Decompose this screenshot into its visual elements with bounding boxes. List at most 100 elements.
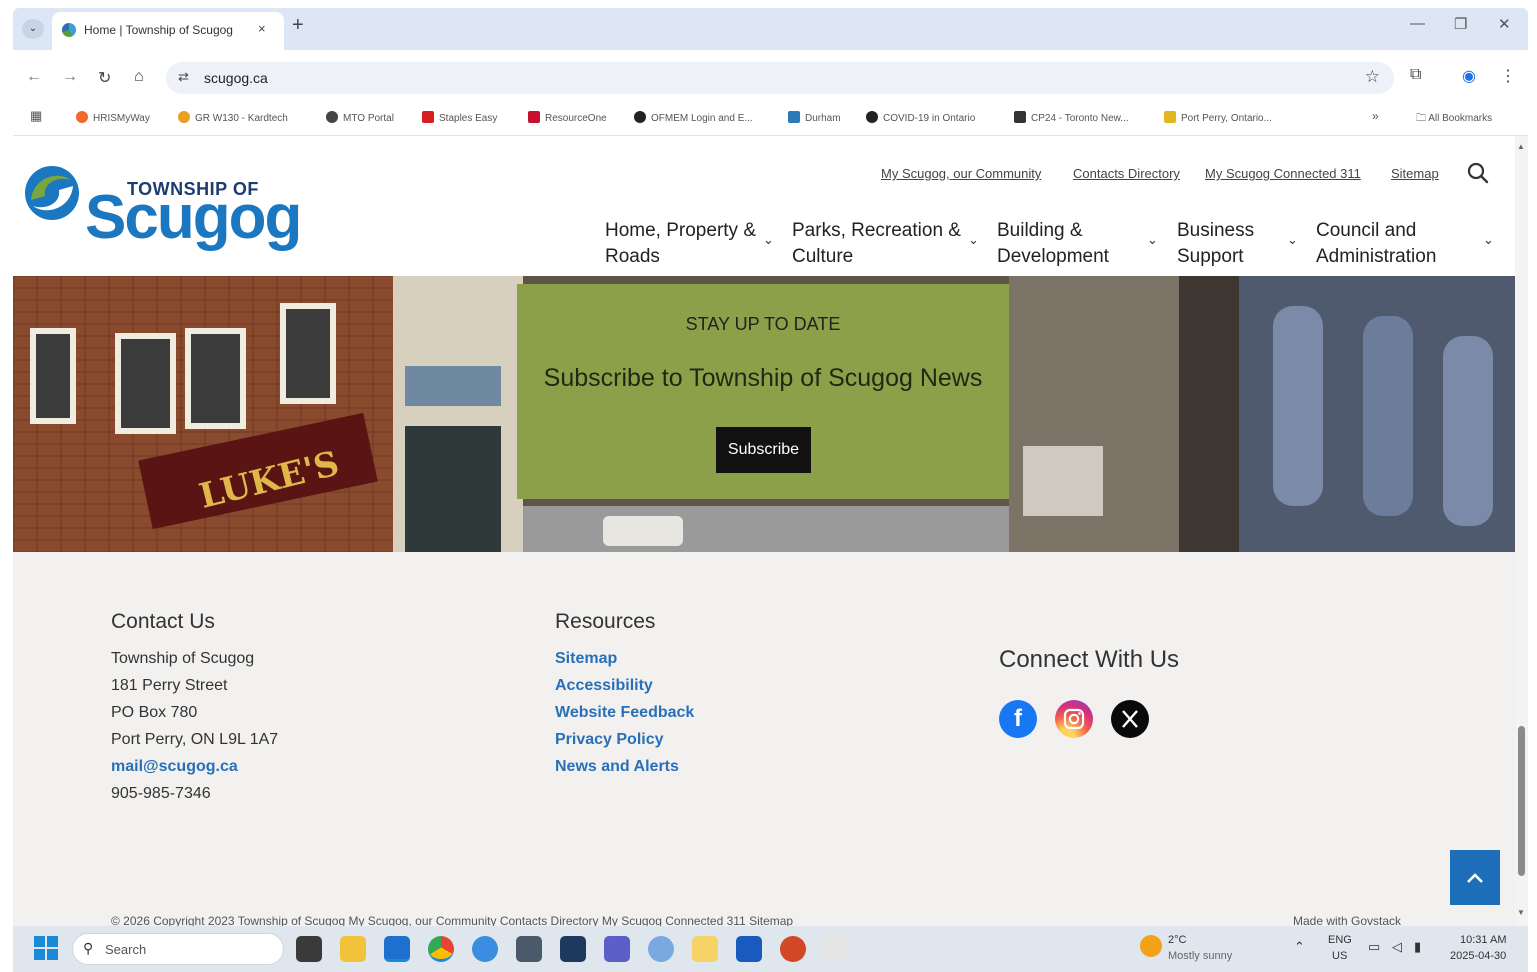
address-bar[interactable]: ⇄ scugog.ca ☆	[166, 62, 1394, 94]
footer-link-sitemap[interactable]: Sitemap	[555, 650, 617, 668]
chevron-down-icon[interactable]: ⌄	[968, 232, 979, 248]
bookmark-item[interactable]: Port Perry, Ontario...	[1164, 111, 1272, 124]
footer-link-privacy-policy[interactable]: Privacy Policy	[555, 731, 664, 749]
util-link-sitemap[interactable]: Sitemap	[1391, 166, 1439, 181]
powerpoint-icon[interactable]	[780, 936, 806, 962]
reload-icon[interactable]: ↻	[98, 68, 111, 88]
minimize-icon[interactable]: —	[1410, 15, 1425, 32]
site-info-icon[interactable]: ⇄	[178, 69, 189, 85]
chevron-down-icon[interactable]: ⌄	[1287, 232, 1298, 248]
profile-icon[interactable]: ◉	[1462, 66, 1476, 86]
nav-business-support[interactable]: Business Support	[1177, 218, 1254, 270]
extensions-icon[interactable]: ⧉	[1410, 66, 1421, 84]
util-link-contacts[interactable]: Contacts Directory	[1073, 166, 1180, 181]
restore-icon[interactable]: ❐	[1454, 15, 1467, 33]
footer-link-news-alerts[interactable]: News and Alerts	[555, 758, 679, 776]
bookmark-item[interactable]: ResourceOne	[528, 111, 607, 124]
volume-icon[interactable]: ◁	[1392, 940, 1402, 954]
back-to-top-button[interactable]	[1450, 850, 1500, 905]
browser-tab[interactable]: Home | Township of Scugog ×	[52, 12, 284, 50]
language-top[interactable]: ENG	[1328, 933, 1352, 947]
contact-heading: Contact Us	[111, 610, 215, 633]
bookmark-favicon-icon	[528, 111, 540, 123]
chrome-icon[interactable]	[428, 936, 454, 962]
scroll-up-icon[interactable]: ▲	[1517, 142, 1525, 151]
calculator-icon[interactable]	[516, 936, 542, 962]
chevron-up-icon[interactable]: ⌃	[1294, 940, 1305, 954]
nav-home-property-roads[interactable]: Home, Property & Roads	[605, 218, 756, 270]
bookmark-favicon-icon	[1164, 111, 1176, 123]
clock-date[interactable]: 2025-04-30	[1450, 949, 1506, 963]
language-bottom[interactable]: US	[1332, 949, 1347, 963]
page-scrollbar[interactable]: ▲ ▼	[1515, 136, 1528, 926]
x-twitter-icon[interactable]	[1111, 700, 1149, 738]
browser-menu-icon[interactable]: ⋮	[1500, 66, 1516, 86]
scrollbar-thumb[interactable]	[1518, 726, 1525, 876]
nav-building-development[interactable]: Building & Development	[997, 218, 1109, 270]
edge-icon[interactable]	[472, 936, 498, 962]
clock-time[interactable]: 10:31 AM	[1460, 933, 1506, 947]
site-logo[interactable]: TOWNSHIP OF Scugog	[23, 160, 302, 260]
windows-start-icon[interactable]	[34, 936, 58, 960]
new-tab-button[interactable]: +	[292, 14, 304, 37]
all-bookmarks-button[interactable]: 🗀 All Bookmarks	[1416, 111, 1492, 128]
bookmark-item[interactable]: Staples Easy	[422, 111, 497, 124]
bookmark-favicon-icon	[866, 111, 878, 123]
back-icon[interactable]: ←	[26, 68, 42, 86]
bookmark-item[interactable]: Durham	[788, 111, 841, 124]
util-link-community[interactable]: My Scugog, our Community	[881, 166, 1041, 181]
chevron-up-icon	[1467, 873, 1483, 883]
teams-icon[interactable]	[604, 936, 630, 962]
nav-parks-recreation-culture[interactable]: Parks, Recreation & Culture	[792, 218, 961, 270]
bookmark-item[interactable]: OFMEM Login and E...	[634, 111, 753, 124]
footer-link-accessibility[interactable]: Accessibility	[555, 677, 653, 695]
bookmarks-overflow-button[interactable]: »	[1372, 109, 1379, 123]
home-icon[interactable]: ⌂	[134, 68, 144, 86]
footer-link-website-feedback[interactable]: Website Feedback	[555, 704, 694, 722]
network-icon[interactable]: ▭	[1368, 940, 1380, 954]
battery-icon[interactable]: ▮	[1414, 940, 1421, 954]
site-favicon-icon	[62, 23, 76, 37]
subscribe-panel: STAY UP TO DATE Subscribe to Township of…	[517, 284, 1009, 499]
folder-icon[interactable]	[692, 936, 718, 962]
url-text[interactable]: scugog.ca	[204, 70, 268, 86]
close-window-icon[interactable]: ✕	[1498, 15, 1511, 33]
tab-search-button[interactable]: ⌄	[22, 19, 44, 39]
facebook-icon[interactable]: f	[999, 700, 1037, 738]
weather-temp[interactable]: 2°C	[1168, 933, 1186, 947]
weather-icon[interactable]	[1140, 935, 1162, 957]
instagram-glyph-icon	[1063, 708, 1085, 730]
forward-icon[interactable]: →	[62, 68, 78, 86]
outlook-icon[interactable]	[384, 936, 410, 962]
stocks-app-icon[interactable]	[560, 936, 586, 962]
contact-line: Port Perry, ON L9L 1A7	[111, 731, 279, 748]
bookmark-item[interactable]: COVID-19 in Ontario	[866, 111, 975, 124]
apps-grid-icon[interactable]: ▦	[30, 108, 42, 124]
bookmark-item[interactable]: CP24 - Toronto New...	[1014, 111, 1129, 124]
file-explorer-icon[interactable]	[340, 936, 366, 962]
bookmark-favicon-icon	[1014, 111, 1026, 123]
nav-council-administration[interactable]: Council and Administration	[1316, 218, 1436, 270]
bookmark-favicon-icon	[326, 111, 338, 123]
chevron-down-icon[interactable]: ⌄	[1483, 232, 1494, 248]
contact-email-link[interactable]: mail@scugog.ca	[111, 758, 238, 776]
tab-close-button[interactable]: ×	[258, 21, 266, 36]
taskbar-search-box[interactable]: ⚲ Search	[72, 933, 284, 965]
chevron-down-icon[interactable]: ⌄	[763, 232, 774, 248]
search-icon[interactable]	[1467, 162, 1489, 184]
bookmark-favicon-icon	[788, 111, 800, 123]
scroll-down-icon[interactable]: ▼	[1517, 908, 1525, 917]
app-icon[interactable]	[824, 936, 850, 962]
bookmark-star-icon[interactable]: ☆	[1365, 67, 1380, 87]
word-icon[interactable]	[736, 936, 762, 962]
app-icon[interactable]	[648, 936, 674, 962]
weather-desc[interactable]: Mostly sunny	[1168, 949, 1232, 963]
subscribe-button[interactable]: Subscribe	[716, 427, 811, 473]
task-view-icon[interactable]	[296, 936, 322, 962]
bookmark-item[interactable]: HRISMyWay	[76, 111, 150, 124]
bookmark-item[interactable]: GR W130 - Kardtech	[178, 111, 288, 124]
chevron-down-icon[interactable]: ⌄	[1147, 232, 1158, 248]
bookmark-item[interactable]: MTO Portal	[326, 111, 394, 124]
util-link-311[interactable]: My Scugog Connected 311	[1205, 166, 1361, 181]
instagram-icon[interactable]	[1055, 700, 1093, 738]
